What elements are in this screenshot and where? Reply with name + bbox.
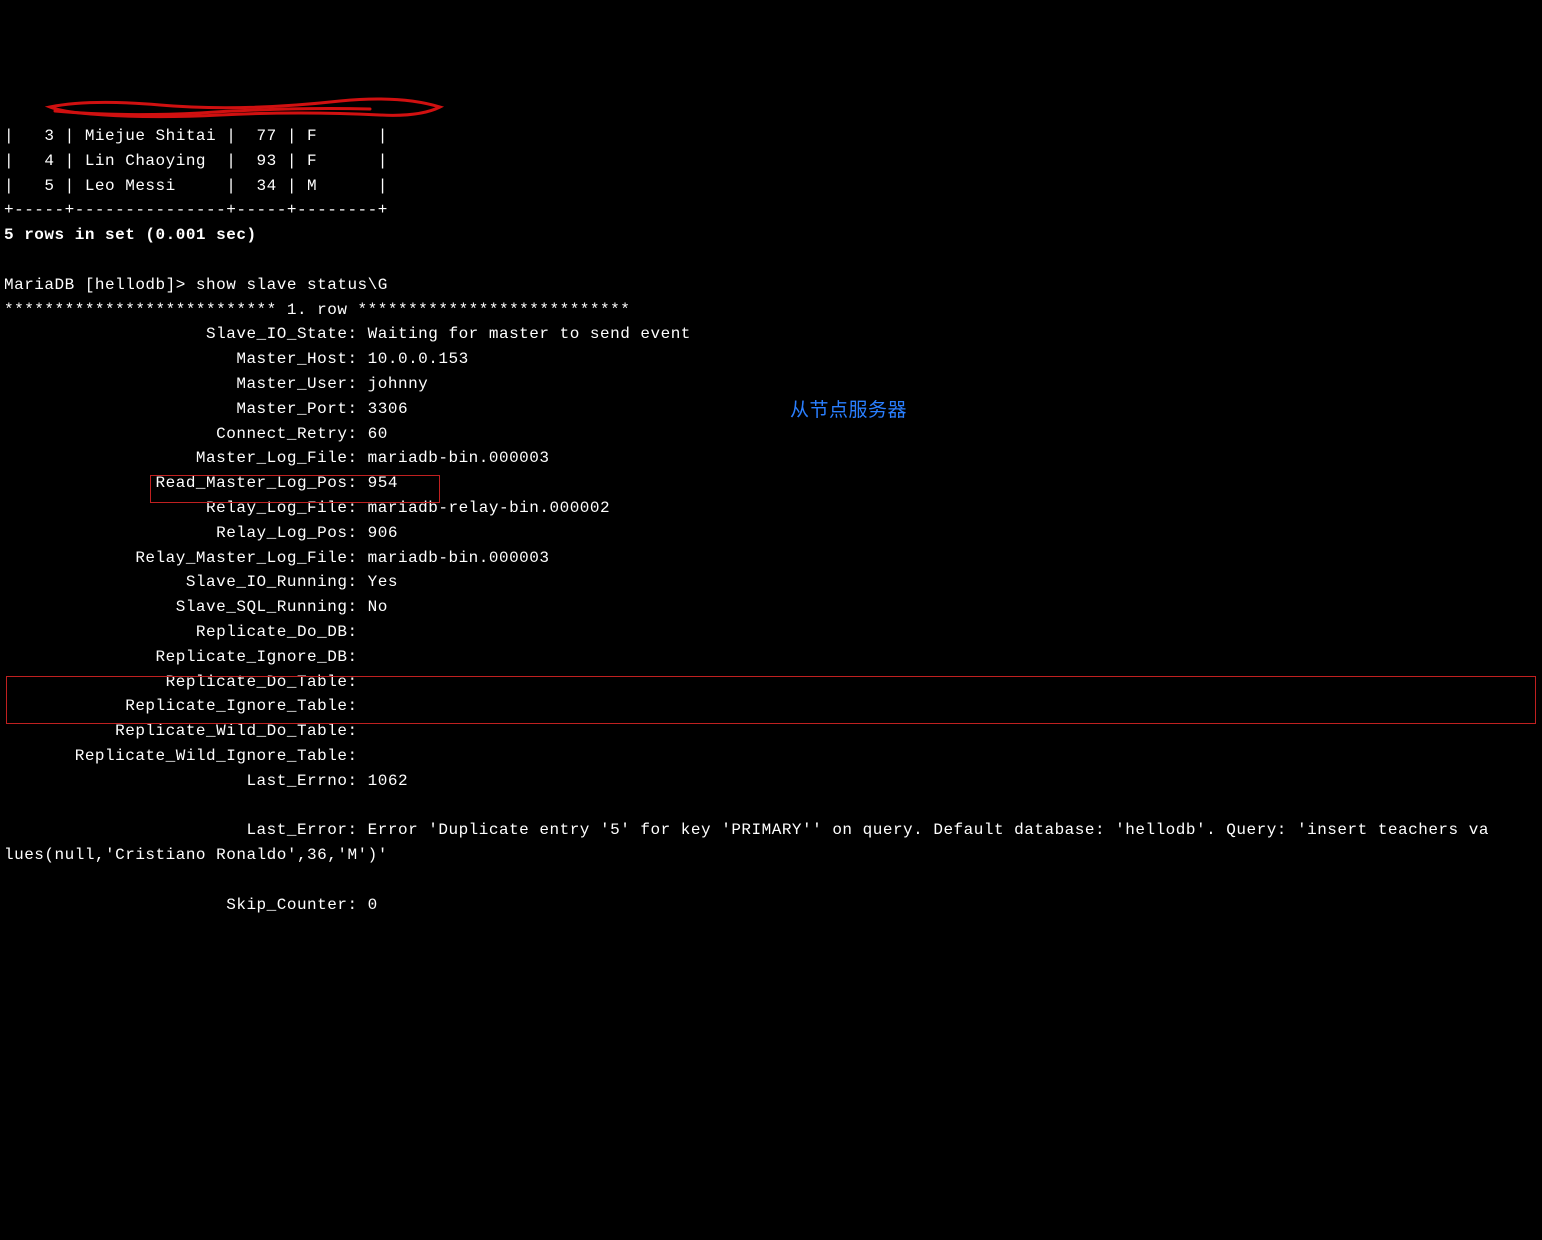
table-row: | 4 | Lin Chaoying | 93 | F | <box>4 152 388 170</box>
row-header: *************************** 1. row *****… <box>4 301 630 319</box>
table-row: | 5 | Leo Messi | 34 | M | <box>4 177 388 195</box>
sql-prompt: MariaDB [hellodb]> show slave status\G <box>4 276 388 294</box>
result-status: 5 rows in set (0.001 sec) <box>4 226 257 244</box>
terminal-output: | 3 | Miejue Shitai | 77 | F | | 4 | Lin… <box>0 99 1542 942</box>
slave-status-block: Slave_IO_State: Waiting for master to se… <box>4 322 1538 793</box>
annotation-label: 从节点服务器 <box>790 396 907 425</box>
table-separator: +-----+---------------+-----+--------+ <box>4 201 388 219</box>
table-row: | 3 | Miejue Shitai | 77 | F | <box>4 127 388 145</box>
skip-counter-line: Skip_Counter: 0 <box>4 893 1538 918</box>
last-error-line: Last_Error: Error 'Duplicate entry '5' f… <box>4 818 1538 868</box>
